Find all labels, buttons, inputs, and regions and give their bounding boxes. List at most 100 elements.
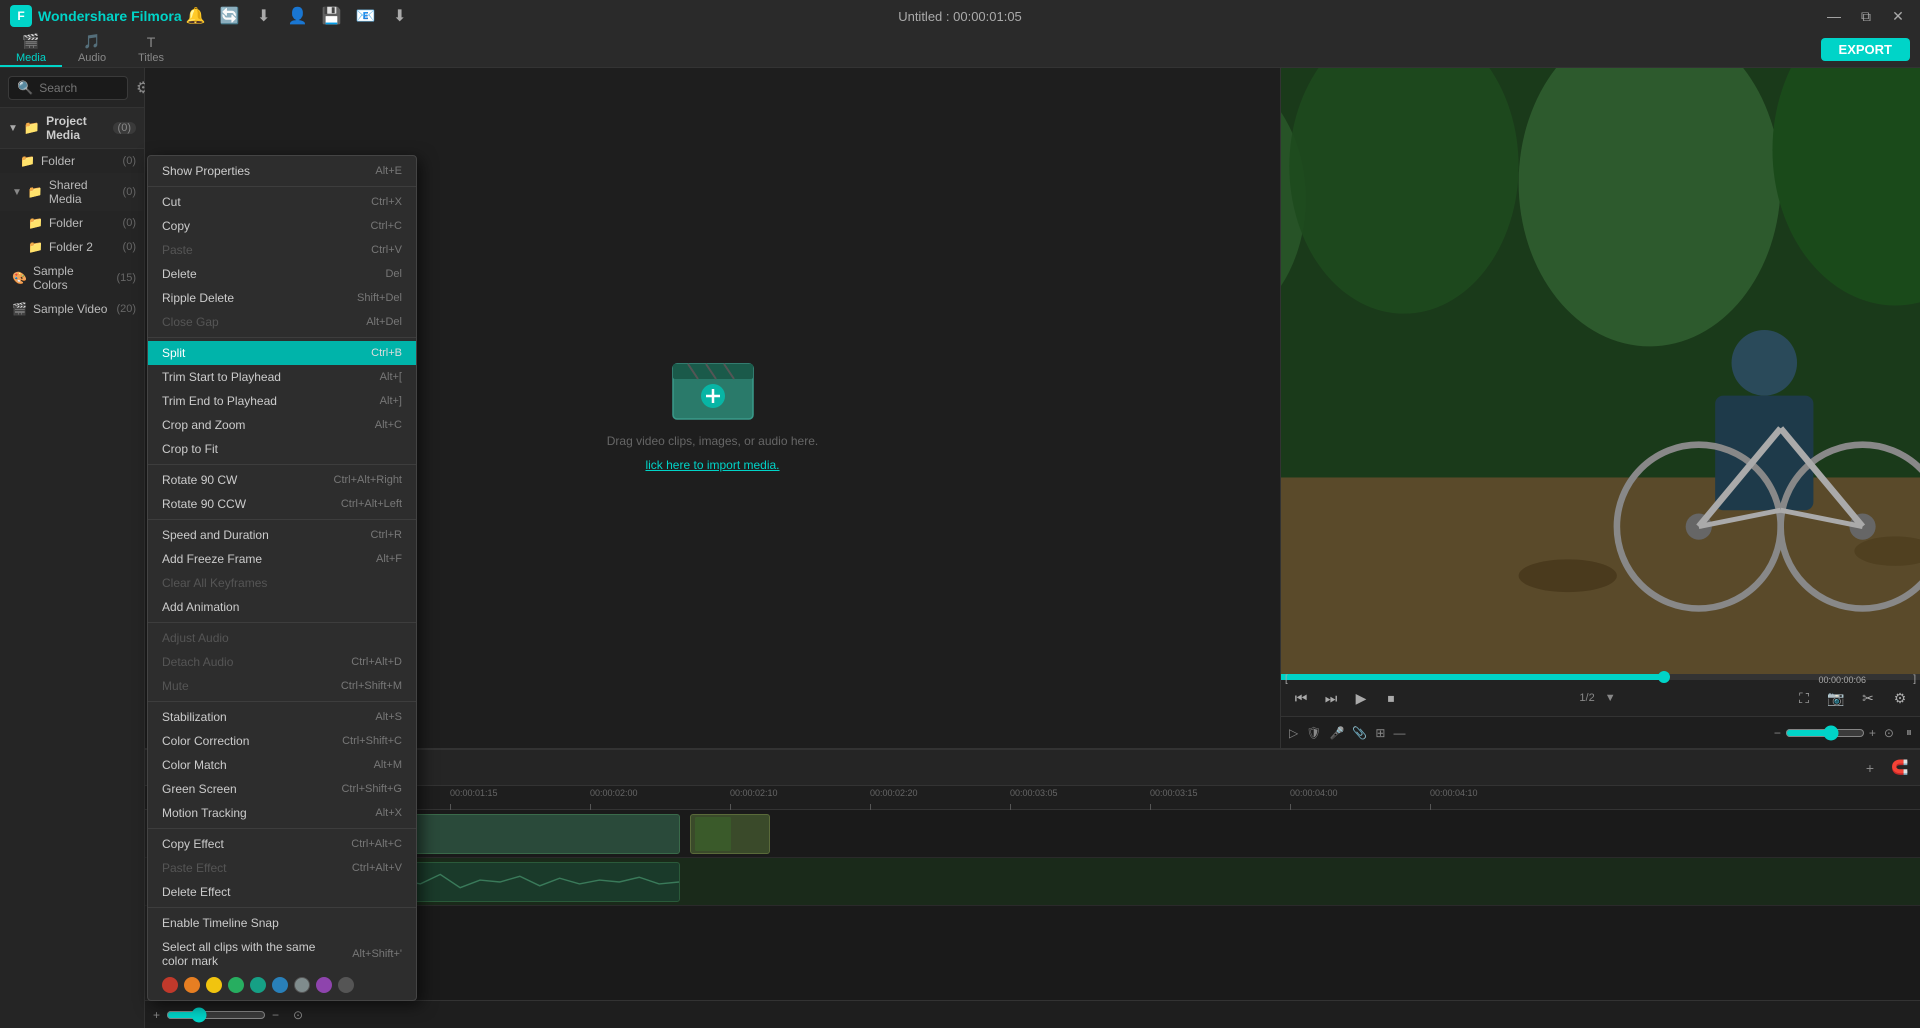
ctx-select-same-color[interactable]: Select all clips with the same color mar… <box>148 935 416 973</box>
sync-icon[interactable]: 🔄 <box>216 2 244 30</box>
tab-titles[interactable]: T Titles <box>122 32 180 67</box>
ctx-stabilization[interactable]: Stabilization Alt+S <box>148 705 416 729</box>
play-button[interactable]: ▶ <box>1349 686 1373 710</box>
swatch-teal[interactable] <box>250 977 266 993</box>
zoom-control[interactable]: − + <box>1774 725 1876 741</box>
close-button[interactable]: ✕ <box>1886 4 1910 28</box>
ctx-freeze-frame[interactable]: Add Freeze Frame Alt+F <box>148 547 416 571</box>
ctx-rotate-ccw-label: Rotate 90 CCW <box>162 497 321 511</box>
zoom-slider[interactable] <box>1785 725 1865 741</box>
clip-icon[interactable]: 📎 <box>1352 726 1367 740</box>
ctx-mute: Mute Ctrl+Shift+M <box>148 674 416 698</box>
zoom-out-icon[interactable]: — <box>1393 726 1405 740</box>
swatch-yellow[interactable] <box>206 977 222 993</box>
ctx-copy[interactable]: Copy Ctrl+C <box>148 214 416 238</box>
stop-button[interactable]: ⏹ <box>1379 686 1403 710</box>
project-media-header[interactable]: ▼ 📁 Project Media (0) <box>0 108 144 149</box>
fit-icon[interactable]: ⊙ <box>1884 726 1894 740</box>
download-icon[interactable]: ⬇ <box>250 2 278 30</box>
split-button[interactable]: ✂ <box>1856 686 1880 710</box>
ctx-crop-fit[interactable]: Crop to Fit <box>148 437 416 461</box>
settings-preview-button[interactable]: ⚙ <box>1888 686 1912 710</box>
swatch-blue[interactable] <box>272 977 288 993</box>
ctx-add-animation[interactable]: Add Animation <box>148 595 416 619</box>
swatch-gray[interactable] <box>338 977 354 993</box>
save-icon[interactable]: 💾 <box>318 2 346 30</box>
ctx-color-correction[interactable]: Color Correction Ctrl+Shift+C <box>148 729 416 753</box>
ctx-rotate-ccw[interactable]: Rotate 90 CCW Ctrl+Alt+Left <box>148 492 416 516</box>
zoom-minus[interactable]: − <box>1774 726 1781 740</box>
preview-progress-bar[interactable]: [ ] 00:00:00:06 <box>1281 674 1920 680</box>
shared-media-header[interactable]: ▼ 📁 Shared Media (0) <box>0 173 144 211</box>
ctx-cut[interactable]: Cut Ctrl+X <box>148 190 416 214</box>
swatch-red[interactable] <box>162 977 178 993</box>
collapse-icon[interactable]: ▼ <box>8 123 18 134</box>
ctx-delete-effect[interactable]: Delete Effect <box>148 880 416 904</box>
mic-icon[interactable]: 🎤 <box>1329 726 1344 740</box>
ctx-color-match[interactable]: Color Match Alt+M <box>148 753 416 777</box>
ctx-speed-duration[interactable]: Speed and Duration Ctrl+R <box>148 523 416 547</box>
tab-audio[interactable]: 🎵 Audio <box>62 32 122 67</box>
ctx-enable-snap[interactable]: Enable Timeline Snap <box>148 911 416 935</box>
pause-alt-icon[interactable]: ⏸ <box>1906 725 1912 740</box>
ctx-split[interactable]: Split Ctrl+B <box>148 341 416 365</box>
minimize-button[interactable]: — <box>1822 4 1846 28</box>
step-back-button[interactable]: ⏭ <box>1319 686 1343 710</box>
swatch-purple[interactable] <box>316 977 332 993</box>
screenshot-button[interactable]: 📷 <box>1824 686 1848 710</box>
tree-item-folder-shared[interactable]: 📁 Folder (0) <box>0 211 144 235</box>
ctx-green-screen[interactable]: Green Screen Ctrl+Shift+G <box>148 777 416 801</box>
search-input[interactable] <box>39 81 119 95</box>
ctx-trim-start[interactable]: Trim Start to Playhead Alt+[ <box>148 365 416 389</box>
ctx-trim-end[interactable]: Trim End to Playhead Alt+] <box>148 389 416 413</box>
shared-collapse-icon[interactable]: ▼ <box>12 187 22 198</box>
ctx-select-same-color-shortcut: Alt+Shift+' <box>352 948 402 960</box>
clip-2[interactable] <box>690 814 770 854</box>
swatch-orange[interactable] <box>184 977 200 993</box>
ruler-time-4: 00:00:02:10 <box>730 788 778 798</box>
shield-icon[interactable]: 🛡 <box>1306 726 1321 740</box>
preview-time-label: 00:00:00:06 <box>1814 674 1870 686</box>
drop-text-link[interactable]: lick here to import media. <box>645 458 779 472</box>
resolution-dropdown[interactable]: ▼ <box>1605 692 1616 704</box>
timeline-zoom-slider[interactable] <box>166 1007 266 1023</box>
project-media-label: Project Media <box>46 114 106 142</box>
swatch-green[interactable] <box>228 977 244 993</box>
search-input-container[interactable]: 🔍 <box>8 76 128 100</box>
maximize-button[interactable]: ⧉ <box>1854 4 1878 28</box>
tree-item-folder[interactable]: 📁 Folder (0) <box>0 149 144 173</box>
import-link[interactable]: lick here to import media. <box>645 458 779 472</box>
ctx-delete[interactable]: Delete Del <box>148 262 416 286</box>
sample-video-item[interactable]: 🎬 Sample Video (20) <box>0 297 144 321</box>
ctx-ripple-delete[interactable]: Ripple Delete Shift+Del <box>148 286 416 310</box>
account-icon[interactable]: 👤 <box>284 2 312 30</box>
mail-icon[interactable]: 📧 <box>352 2 380 30</box>
notification-icon[interactable]: 🔔 <box>182 2 210 30</box>
ctx-copy-effect[interactable]: Copy Effect Ctrl+Alt+C <box>148 832 416 856</box>
timeline-zoom-out[interactable]: − <box>272 1008 279 1022</box>
ctx-show-properties[interactable]: Show Properties Alt+E <box>148 159 416 183</box>
ctx-motion-tracking[interactable]: Motion Tracking Alt+X <box>148 801 416 825</box>
export-button[interactable]: EXPORT <box>1821 38 1910 61</box>
sample-colors-item[interactable]: 🎨 Sample Colors (15) <box>0 259 144 297</box>
update-icon[interactable]: ⬇ <box>386 2 414 30</box>
tree-item-folder2[interactable]: 📁 Folder 2 (0) <box>0 235 144 259</box>
magnet-button[interactable]: 🧲 <box>1888 756 1912 780</box>
video-preview: [ ] 00:00:00:06 ⏮ ⏭ ▶ ⏹ 1/2 ▼ <box>1280 68 1920 748</box>
folder-item-icon: 📁 <box>20 154 35 168</box>
stretch-icon[interactable]: ⊞ <box>1375 726 1385 740</box>
audio-track-1 <box>290 858 1920 906</box>
tab-media[interactable]: 🎬 Media <box>0 32 62 67</box>
add-track-button[interactable]: + <box>1858 756 1882 780</box>
timeline-fit-icon[interactable]: ⊙ <box>293 1008 303 1022</box>
render-icon[interactable]: ▷ <box>1289 726 1298 740</box>
fullscreen-button[interactable]: ⛶ <box>1792 686 1816 710</box>
ctx-detach-audio-shortcut: Ctrl+Alt+D <box>351 656 402 668</box>
timeline-zoom-in[interactable]: + <box>153 1008 160 1022</box>
zoom-plus[interactable]: + <box>1869 726 1876 740</box>
ctx-crop-zoom[interactable]: Crop and Zoom Alt+C <box>148 413 416 437</box>
skip-back-button[interactable]: ⏮ <box>1289 686 1313 710</box>
ctx-rotate-cw[interactable]: Rotate 90 CW Ctrl+Alt+Right <box>148 468 416 492</box>
ctx-split-shortcut: Ctrl+B <box>371 347 402 359</box>
swatch-indigo[interactable] <box>294 977 310 993</box>
